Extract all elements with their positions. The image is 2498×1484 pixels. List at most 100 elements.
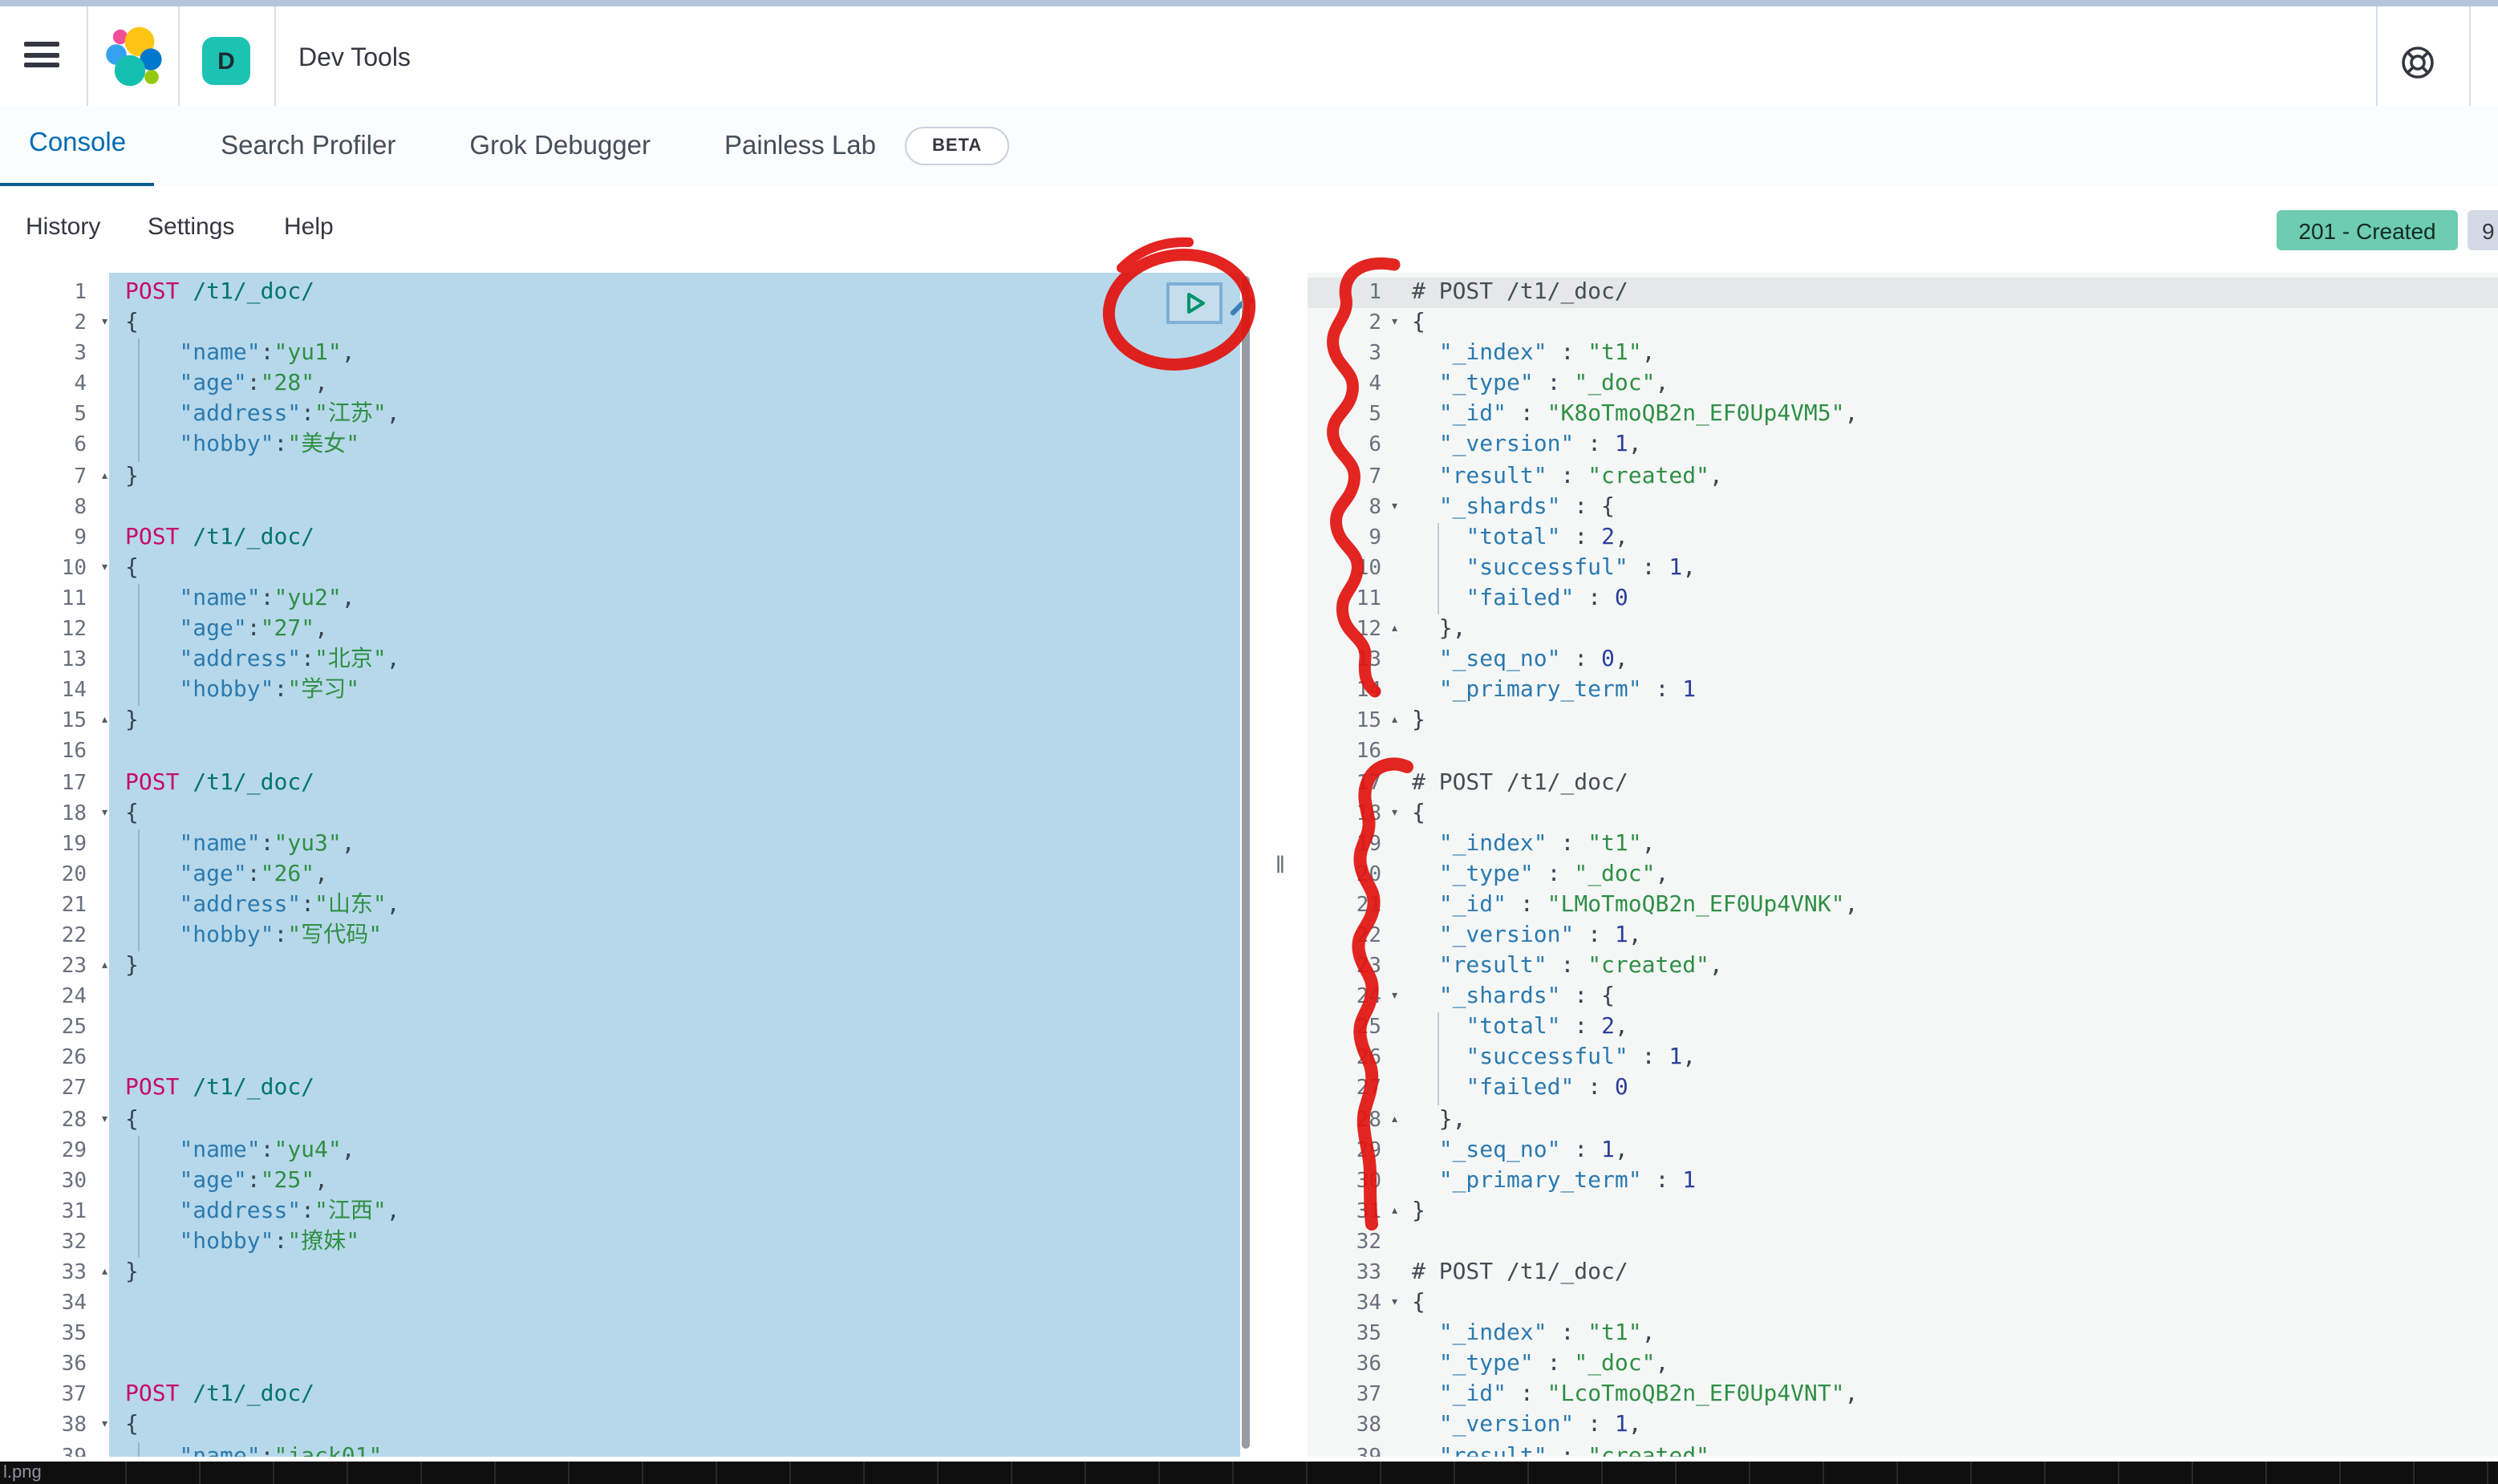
- request-editor[interactable]: POST /t1/_doc/{ "name":"yu1", "age":"28"…: [109, 273, 1240, 1457]
- code-line[interactable]: "_primary_term" : 1: [1399, 675, 2498, 706]
- code-line[interactable]: }: [109, 1258, 1240, 1288]
- code-line[interactable]: POST /t1/_doc/: [109, 1074, 1240, 1105]
- code-line[interactable]: "name":"jack01",: [109, 1441, 1240, 1457]
- fold-toggle-icon[interactable]: ▾: [1390, 492, 1399, 522]
- tab-grok-debugger[interactable]: Grok Debugger: [463, 107, 657, 185]
- code-line[interactable]: [109, 1288, 1240, 1319]
- code-line[interactable]: "_index" : "t1",: [1399, 339, 2498, 369]
- code-line[interactable]: [109, 982, 1240, 1012]
- code-line[interactable]: "address":"北京",: [109, 645, 1240, 675]
- code-line[interactable]: [109, 1350, 1240, 1381]
- code-line[interactable]: "_seq_no" : 1,: [1399, 1135, 2498, 1166]
- code-line[interactable]: "name":"yu3",: [109, 829, 1240, 859]
- code-line[interactable]: "age":"27",: [109, 614, 1240, 645]
- menu-item-settings[interactable]: Settings: [148, 213, 234, 241]
- menu-item-help[interactable]: Help: [284, 213, 334, 241]
- fold-toggle-icon[interactable]: ▾: [1390, 308, 1399, 339]
- code-line[interactable]: {: [109, 1411, 1240, 1441]
- editor-scrollbar[interactable]: [1242, 276, 1250, 1449]
- code-line[interactable]: "_id" : "LMoTmoQB2n_EF0Up4VNK",: [1399, 890, 2498, 921]
- code-line[interactable]: POST /t1/_doc/: [109, 523, 1240, 553]
- help-button[interactable]: [2397, 42, 2439, 83]
- fold-toggle-icon[interactable]: ▴: [1390, 707, 1399, 737]
- code-line[interactable]: "_shards" : {: [1399, 982, 2498, 1012]
- code-line[interactable]: "age":"25",: [109, 1166, 1240, 1196]
- pane-resizer[interactable]: ‖: [1253, 273, 1308, 1457]
- code-line[interactable]: },: [1399, 614, 2498, 645]
- code-line[interactable]: [1399, 737, 2498, 768]
- fold-toggle-icon[interactable]: ▾: [1390, 798, 1399, 829]
- code-line[interactable]: POST /t1/_doc/: [109, 768, 1240, 798]
- fold-toggle-icon[interactable]: ▾: [100, 798, 109, 829]
- code-line[interactable]: [109, 737, 1240, 768]
- fold-toggle-icon[interactable]: ▾: [100, 1411, 109, 1441]
- code-line[interactable]: {: [109, 308, 1240, 339]
- response-viewer[interactable]: # POST /t1/_doc/{ "_index" : "t1", "_typ…: [1399, 273, 2498, 1457]
- code-line[interactable]: "hobby":"写代码": [109, 921, 1240, 951]
- code-line[interactable]: # POST /t1/_doc/: [1399, 768, 2498, 798]
- code-line[interactable]: "total" : 2,: [1399, 523, 2498, 553]
- code-line[interactable]: "name":"yu2",: [109, 584, 1240, 614]
- profile-button[interactable]: [2485, 42, 2498, 83]
- code-line[interactable]: "result" : "created",: [1399, 1441, 2498, 1457]
- code-line[interactable]: "_shards" : {: [1399, 492, 2498, 522]
- run-request-button[interactable]: [1166, 282, 1223, 324]
- code-line[interactable]: {: [109, 798, 1240, 829]
- fold-toggle-icon[interactable]: ▴: [100, 707, 109, 737]
- code-line[interactable]: [1399, 1227, 2498, 1258]
- code-line[interactable]: {: [1399, 308, 2498, 339]
- code-line[interactable]: "address":"江苏",: [109, 400, 1240, 431]
- fold-toggle-icon[interactable]: ▴: [100, 951, 109, 982]
- code-line[interactable]: "address":"江西",: [109, 1197, 1240, 1227]
- code-line[interactable]: "failed" : 0: [1399, 584, 2498, 614]
- space-avatar[interactable]: D: [202, 37, 250, 85]
- code-line[interactable]: "name":"yu1",: [109, 339, 1240, 369]
- code-line[interactable]: [109, 1044, 1240, 1074]
- code-line[interactable]: "_type" : "_doc",: [1399, 860, 2498, 890]
- code-line[interactable]: "result" : "created",: [1399, 951, 2498, 982]
- menu-item-history[interactable]: History: [26, 213, 100, 241]
- tab-console[interactable]: Console: [0, 104, 153, 188]
- fold-toggle-icon[interactable]: ▾: [100, 1105, 109, 1135]
- code-line[interactable]: "address":"山东",: [109, 890, 1240, 921]
- code-line[interactable]: POST /t1/_doc/: [109, 1381, 1240, 1411]
- code-line[interactable]: "_version" : 1,: [1399, 431, 2498, 461]
- code-line[interactable]: "_type" : "_doc",: [1399, 1350, 2498, 1381]
- code-line[interactable]: "_seq_no" : 0,: [1399, 645, 2498, 675]
- code-line[interactable]: }: [1399, 1197, 2498, 1227]
- menu-button[interactable]: [24, 42, 59, 71]
- code-line[interactable]: "total" : 2,: [1399, 1013, 2498, 1044]
- code-line[interactable]: "result" : "created",: [1399, 461, 2498, 492]
- fold-toggle-icon[interactable]: ▾: [1390, 982, 1399, 1012]
- code-line[interactable]: {: [1399, 798, 2498, 829]
- code-line[interactable]: "name":"yu4",: [109, 1135, 1240, 1166]
- code-line[interactable]: },: [1399, 1105, 2498, 1135]
- code-line[interactable]: "_primary_term" : 1: [1399, 1166, 2498, 1196]
- fold-toggle-icon[interactable]: ▴: [100, 461, 109, 492]
- code-line[interactable]: "hobby":"学习": [109, 675, 1240, 706]
- code-line[interactable]: }: [1399, 707, 2498, 737]
- code-line[interactable]: # POST /t1/_doc/: [1399, 278, 2498, 308]
- code-line[interactable]: "hobby":"美女": [109, 431, 1240, 461]
- code-line[interactable]: "hobby":"撩妹": [109, 1227, 1240, 1258]
- code-line[interactable]: "_id" : "LcoTmoQB2n_EF0Up4VNT",: [1399, 1381, 2498, 1411]
- code-line[interactable]: "_version" : 1,: [1399, 1411, 2498, 1441]
- fold-toggle-icon[interactable]: ▴: [1390, 614, 1399, 645]
- code-line[interactable]: POST /t1/_doc/: [109, 278, 1240, 308]
- elastic-logo-icon[interactable]: [103, 26, 167, 93]
- tab-search-profiler[interactable]: Search Profiler: [214, 107, 402, 185]
- fold-toggle-icon[interactable]: ▴: [1390, 1197, 1399, 1227]
- code-line[interactable]: }: [109, 951, 1240, 982]
- code-line[interactable]: [109, 492, 1240, 522]
- fold-toggle-icon[interactable]: ▴: [1390, 1105, 1399, 1135]
- code-line[interactable]: "failed" : 0: [1399, 1074, 2498, 1105]
- fold-toggle-icon[interactable]: ▾: [1390, 1288, 1399, 1319]
- tab-painless-lab[interactable]: Painless Lab: [718, 107, 882, 185]
- code-line[interactable]: {: [1399, 1288, 2498, 1319]
- fold-toggle-icon[interactable]: ▾: [100, 308, 109, 339]
- code-line[interactable]: "_version" : 1,: [1399, 921, 2498, 951]
- code-line[interactable]: "successful" : 1,: [1399, 553, 2498, 584]
- code-line[interactable]: [109, 1013, 1240, 1044]
- code-line[interactable]: {: [109, 1105, 1240, 1135]
- code-line[interactable]: }: [109, 707, 1240, 737]
